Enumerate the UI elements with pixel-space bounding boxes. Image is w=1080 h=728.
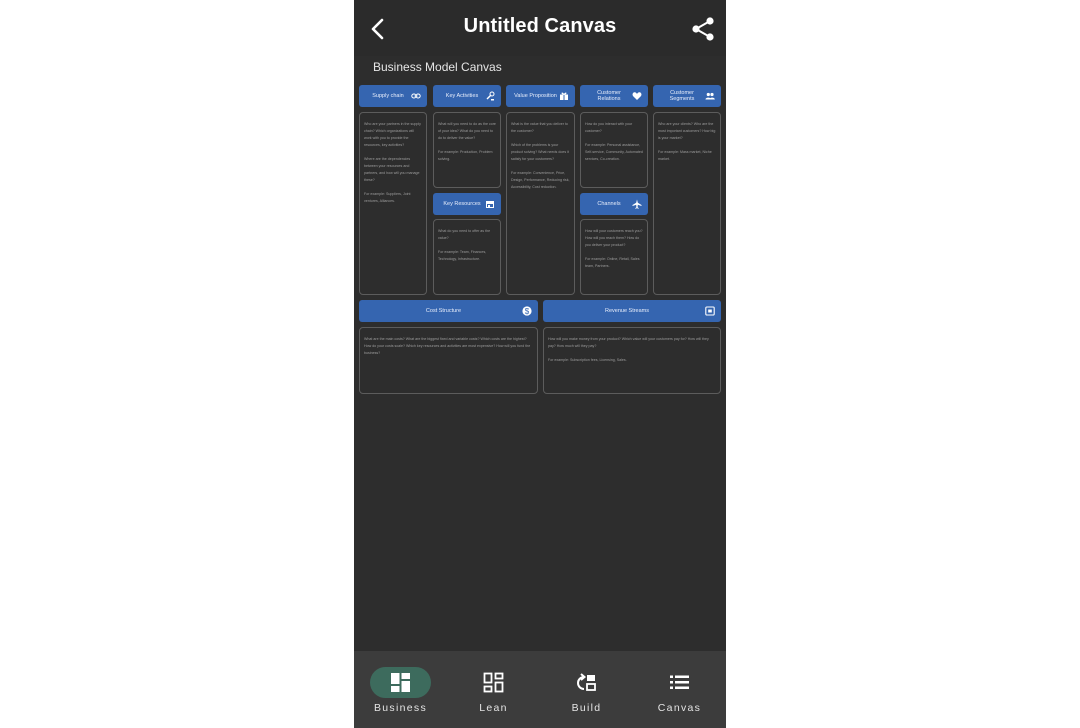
list-icon (670, 675, 689, 689)
customer-segments-header[interactable]: Customer Segments (653, 85, 721, 107)
nav-label-lean: Lean (479, 702, 508, 714)
key-activities-label: Key Activities (445, 92, 479, 99)
value-proposition-prompt-1: What is the value that you deliver to th… (511, 122, 568, 133)
tools-icon (486, 91, 495, 101)
dashboard-icon (391, 673, 410, 692)
revenue-streams-prompt-1: How will you make money from your produc… (548, 337, 709, 348)
supply-chain-box[interactable]: Who are your partners in the supply chai… (359, 112, 427, 295)
revenue-streams-prompt-2: For example: Subscription fees, Licensin… (548, 358, 627, 362)
value-proposition-label: Value Proposition (514, 92, 557, 99)
nav-item-business[interactable]: Business (354, 651, 447, 728)
channels-box[interactable]: How will your customers reach you? How w… (580, 219, 648, 295)
customer-relations-label: Customer Relations (597, 89, 621, 102)
key-resources-header[interactable]: Key Resources (433, 193, 501, 215)
store-icon (486, 201, 494, 208)
share-icon (692, 17, 714, 41)
app-bar: Untitled Canvas (354, 0, 726, 56)
supply-chain-prompt-1: Who are your partners in the supply chai… (364, 122, 421, 147)
customer-relations-header[interactable]: Customer Relations (580, 85, 648, 107)
value-proposition-header[interactable]: Value Proposition (506, 85, 575, 107)
wallet-icon (705, 306, 715, 316)
cost-structure-prompt-1: What are the main costs? What are the bi… (364, 337, 531, 355)
channels-header[interactable]: Channels (580, 193, 648, 215)
customer-segments-prompt-1: Who are your clients? Who are the most i… (658, 122, 716, 140)
revenue-streams-label: Revenue Streams (604, 307, 650, 314)
customer-segments-box[interactable]: Who are your clients? Who are the most i… (653, 112, 721, 295)
customer-relations-prompt-1: How do you interact with your customer? (585, 122, 633, 133)
key-resources-prompt-2: For example: Team, Finances, Technology,… (438, 250, 487, 261)
customer-segments-prompt-2: For example: Mass market, Niche market. (658, 150, 712, 161)
cost-structure-label: Cost Structure (425, 307, 462, 314)
airplane-icon (632, 199, 642, 209)
dollar-icon: $ (522, 306, 532, 316)
people-icon (705, 92, 715, 100)
key-activities-prompt-1: What will you need to do as the core of … (438, 122, 496, 140)
revenue-streams-header[interactable]: Revenue Streams (543, 300, 721, 322)
key-activities-header[interactable]: Key Activities (433, 85, 501, 107)
nav-item-build[interactable]: Build (540, 651, 633, 728)
grid-icon (483, 672, 504, 693)
key-activities-box[interactable]: What will you need to do as the core of … (433, 112, 501, 188)
nav-label-business: Business (373, 702, 427, 714)
customer-segments-label: Customer Segments (669, 89, 695, 102)
key-resources-prompt-1: What do you need to offer as the value? (438, 229, 491, 240)
phone-screen: Untitled Canvas Business Model Canvas Su… (354, 0, 726, 728)
supply-chain-label: Supply chain (372, 92, 404, 99)
share-button[interactable] (688, 14, 718, 44)
value-proposition-box[interactable]: What is the value that you deliver to th… (506, 112, 575, 295)
canvas-title: Business Model Canvas (373, 60, 502, 74)
cost-structure-header[interactable]: Cost Structure $ (359, 300, 538, 322)
value-proposition-prompt-2: Which of the problems is your product so… (511, 143, 569, 161)
customer-relations-box[interactable]: How do you interact with your customer? … (580, 112, 648, 188)
cost-structure-box[interactable]: What are the main costs? What are the bi… (359, 327, 538, 394)
svg-text:$: $ (525, 307, 530, 316)
value-proposition-prompt-3: For example: Convenience, Price, Design,… (511, 171, 570, 189)
nav-label-build: Build (571, 702, 602, 714)
heart-icon (632, 92, 642, 100)
channels-prompt-1: How will your customers reach you? How w… (585, 229, 643, 247)
channels-prompt-2: For example: Online, Retail, Sales team,… (585, 257, 640, 268)
supply-chain-prompt-3: For example: Suppliers, Joint ventures, … (364, 192, 411, 203)
build-icon (577, 673, 596, 691)
revenue-streams-box[interactable]: How will you make money from your produc… (543, 327, 721, 394)
supply-chain-prompt-2: Where are the dependencies between your … (364, 157, 420, 182)
link-icon (411, 93, 421, 99)
nav-item-lean[interactable]: Lean (447, 651, 540, 728)
supply-chain-header[interactable]: Supply chain (359, 85, 427, 107)
key-activities-prompt-2: For example: Production, Problem solving… (438, 150, 493, 161)
customer-relations-prompt-2: For example: Personal assistance, Self-s… (585, 143, 643, 161)
nav-label-canvas: Canvas (657, 702, 702, 714)
channels-label: Channels (597, 200, 621, 207)
gift-icon (560, 92, 568, 100)
key-resources-box[interactable]: What do you need to offer as the value? … (433, 219, 501, 295)
key-resources-label: Key Resources (443, 200, 481, 207)
nav-item-canvas[interactable]: Canvas (633, 651, 726, 728)
bottom-navigation: Business Lean Build Canvas (354, 651, 726, 728)
app-title: Untitled Canvas (463, 15, 617, 37)
